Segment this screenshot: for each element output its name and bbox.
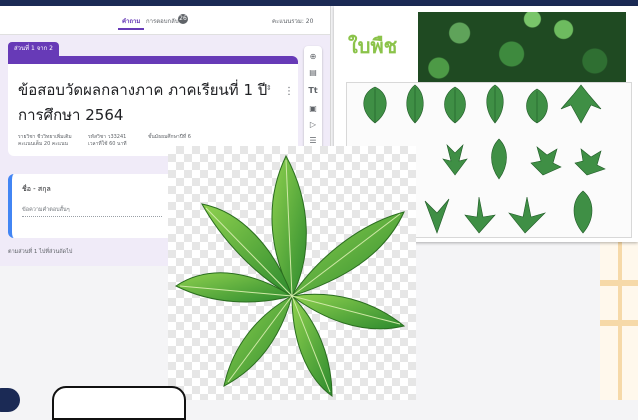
leaf-shape (530, 146, 562, 176)
image-icon[interactable]: ▣ (308, 104, 318, 114)
leaf-shape (508, 196, 547, 234)
add-question-icon[interactable]: ⊕ (308, 52, 318, 62)
question-title: ชื่อ - สกุล (22, 185, 51, 193)
short-answer-field[interactable]: ข้อความคำตอบสั้นๆ (22, 206, 162, 217)
leaf-shape (442, 144, 468, 176)
meta-code: รหัสวิชา ว33241 (88, 134, 127, 140)
form-title-card[interactable]: ข้อสอบวัดผลกลางภาค ภาคเรียนที่ 1 ปีการศึ… (8, 56, 298, 156)
leaf-shape (464, 196, 496, 234)
meta-score: คะแนนเต็ม 20 คะแนน (18, 141, 68, 147)
import-icon[interactable]: ▤ (308, 68, 318, 78)
form-toolbar: ⊕ ▤ Tt ▣ ▷ ☰ (304, 46, 322, 150)
leaf-shape (424, 198, 450, 234)
palmate-leaf-illustration (175, 154, 406, 397)
total-score: คะแนนรวม: 20 (272, 18, 314, 25)
decor-blob (0, 388, 20, 412)
text-icon[interactable]: Tt (308, 86, 318, 96)
decor-line (618, 240, 622, 400)
more-options-icon[interactable]: ⋮ (284, 86, 294, 97)
form-title[interactable]: ข้อสอบวัดผลกลางภาค ภาคเรียนที่ 1 ปีการศึ… (18, 78, 268, 128)
decor-outline (52, 386, 186, 420)
section-icon[interactable]: ☰ (308, 136, 318, 146)
section-tag: ส่วนที่ 1 จาก 2 (8, 42, 59, 56)
chestnut-leaf-image (168, 146, 416, 400)
form-topbar: คำถาม การตอบกลับ 26 คะแนนรวม: 20 (0, 6, 330, 35)
after-section-label[interactable]: ตามส่วนที่ 1 ไปที่ส่วนถัดไป (8, 248, 72, 256)
meta-subject: รายวิชา ชีววิทยาเพิ่มเติม (18, 134, 72, 140)
move-icon[interactable]: ⇕ (266, 84, 272, 92)
leaf-shape (491, 138, 507, 180)
leaf-shape (574, 148, 606, 176)
video-icon[interactable]: ▷ (308, 120, 318, 130)
leaves-photo (418, 12, 626, 82)
leaf-shape (560, 84, 602, 124)
leaf-shape (573, 190, 593, 234)
tab-questions[interactable]: คำถาม (117, 16, 145, 30)
meta-grade: ชั้นมัธยมศึกษาปีที่ 6 (148, 134, 191, 140)
response-count-badge: 26 (178, 14, 188, 24)
tab-responses[interactable]: การตอบกลับ (146, 16, 179, 26)
meta-time: เวลาที่ใช้ 60 นาที (88, 141, 127, 147)
slide-title: ใบพืช (348, 34, 398, 58)
